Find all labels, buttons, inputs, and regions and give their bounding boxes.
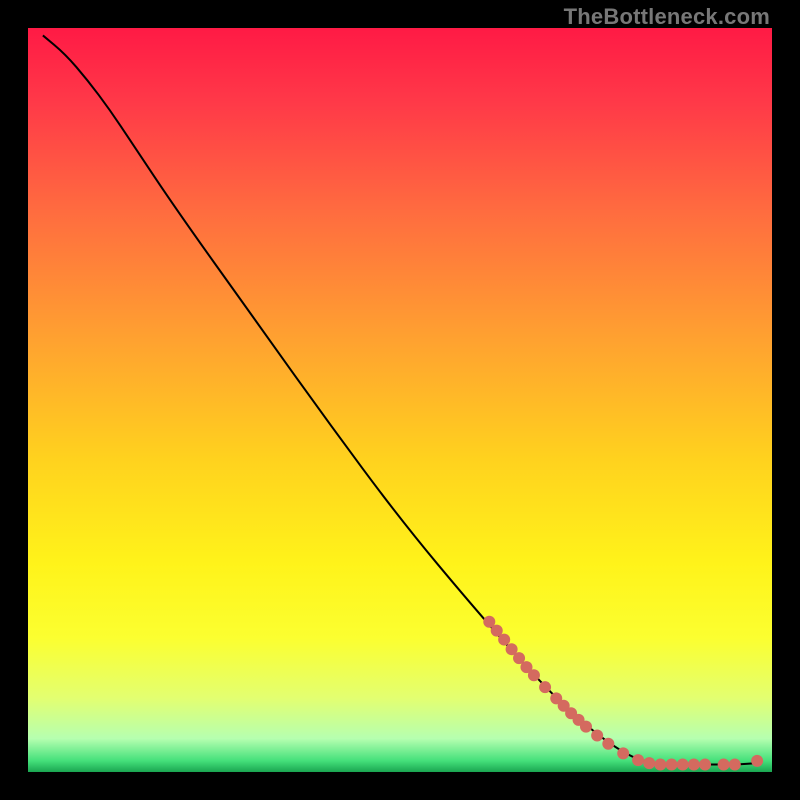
data-marker (617, 747, 629, 759)
data-marker (632, 754, 644, 766)
data-marker (699, 759, 711, 771)
watermark-text: TheBottleneck.com (564, 4, 770, 30)
chart-background (28, 28, 772, 772)
data-marker (498, 634, 510, 646)
data-marker (677, 759, 689, 771)
data-marker (654, 759, 666, 771)
data-marker (643, 757, 655, 769)
data-marker (666, 759, 678, 771)
data-marker (718, 759, 730, 771)
data-marker (688, 759, 700, 771)
data-marker (580, 721, 592, 733)
data-marker (528, 669, 540, 681)
data-marker (751, 755, 763, 767)
data-marker (539, 681, 551, 693)
data-marker (602, 738, 614, 750)
data-marker (591, 730, 603, 742)
chart-canvas (28, 28, 772, 772)
data-marker (729, 759, 741, 771)
